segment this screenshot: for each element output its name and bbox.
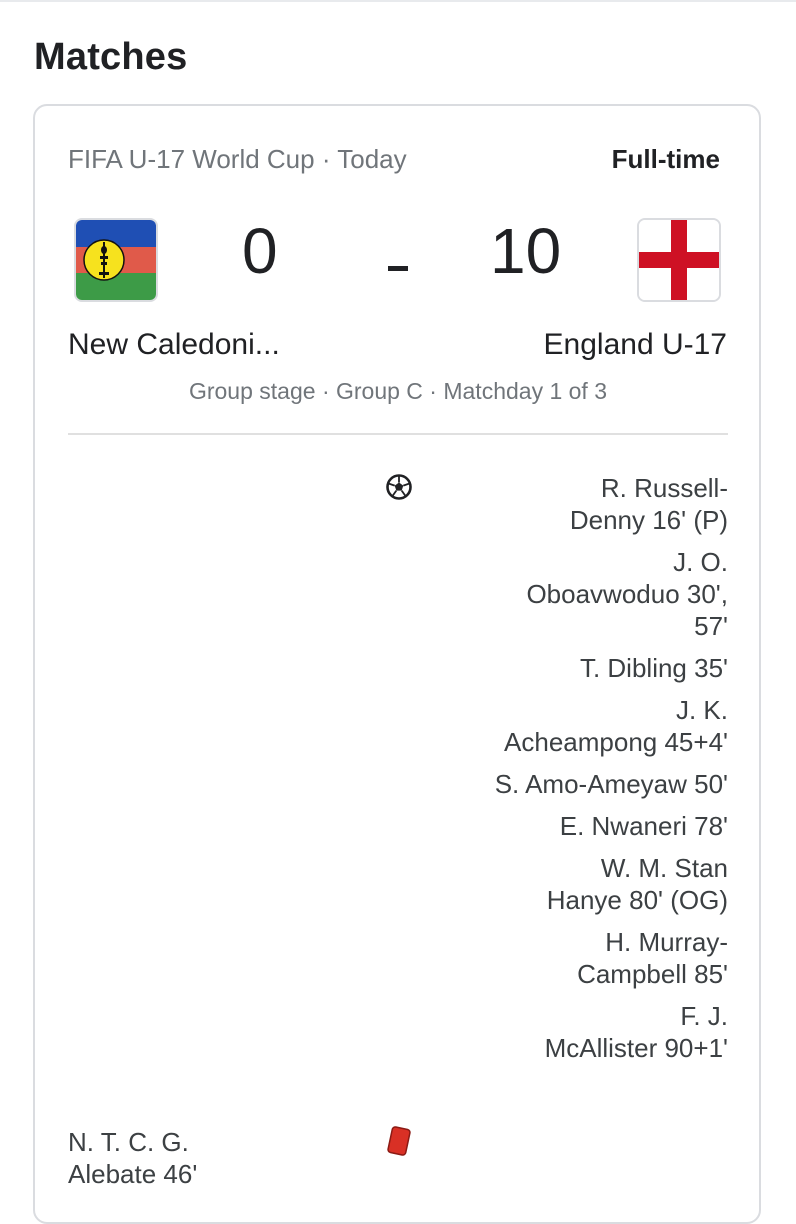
card-divider xyxy=(68,433,728,435)
goal-scorer-5: S. Amo-Ameyaw 50' xyxy=(494,769,728,799)
home-team-name[interactable]: New Caledoni... xyxy=(68,328,280,362)
top-divider xyxy=(0,0,796,2)
red-card-icon xyxy=(385,1126,413,1163)
away-score: 10 xyxy=(490,215,562,287)
england-flag-icon[interactable] xyxy=(637,218,721,302)
match-status: Full-time xyxy=(611,144,720,174)
soccer-ball-icon xyxy=(385,473,413,506)
stage-info: Group stage · Group C · Matchday 1 of 3 xyxy=(188,378,608,404)
goal-scorer-9: F. J. McAllister 90+1' xyxy=(544,1001,728,1063)
away-goal-scorers: R. Russell- Denny 16' (P) J. O. Oboavwoduo… xyxy=(428,472,728,1074)
goal-scorer-3: T. Dibling 35' xyxy=(579,653,728,683)
goal-scorer-6: E. Nwaneri 78' xyxy=(559,811,728,841)
away-team-name[interactable]: England U-17 xyxy=(544,328,727,362)
red-card-player-1: N. T. C. G. Alebate 46' xyxy=(68,1127,198,1189)
goal-scorer-1: R. Russell- Denny 16' (P) xyxy=(569,473,728,535)
match-meta: FIFA U-17 World Cup · Today xyxy=(68,144,407,175)
home-score: 0 xyxy=(242,215,278,287)
competition-name[interactable]: FIFA U-17 World Cup xyxy=(68,144,315,174)
section-title: Matches xyxy=(34,36,188,78)
goal-scorer-7: W. M. Stan Hanye 80' (OG) xyxy=(546,853,728,915)
meta-separator: · xyxy=(314,144,338,174)
home-red-cards: N. T. C. G. Alebate 46' xyxy=(68,1126,308,1190)
new-caledonia-flag-icon[interactable] xyxy=(74,218,158,302)
goal-scorer-2: J. O. Oboavwoduo 30', 57' xyxy=(526,547,728,641)
score-separator xyxy=(388,266,408,271)
goal-scorer-4: J. K. Acheampong 45+4' xyxy=(504,695,728,757)
match-date: Today xyxy=(337,144,407,174)
goal-scorer-8: H. Murray- Campbell 85' xyxy=(577,927,728,989)
